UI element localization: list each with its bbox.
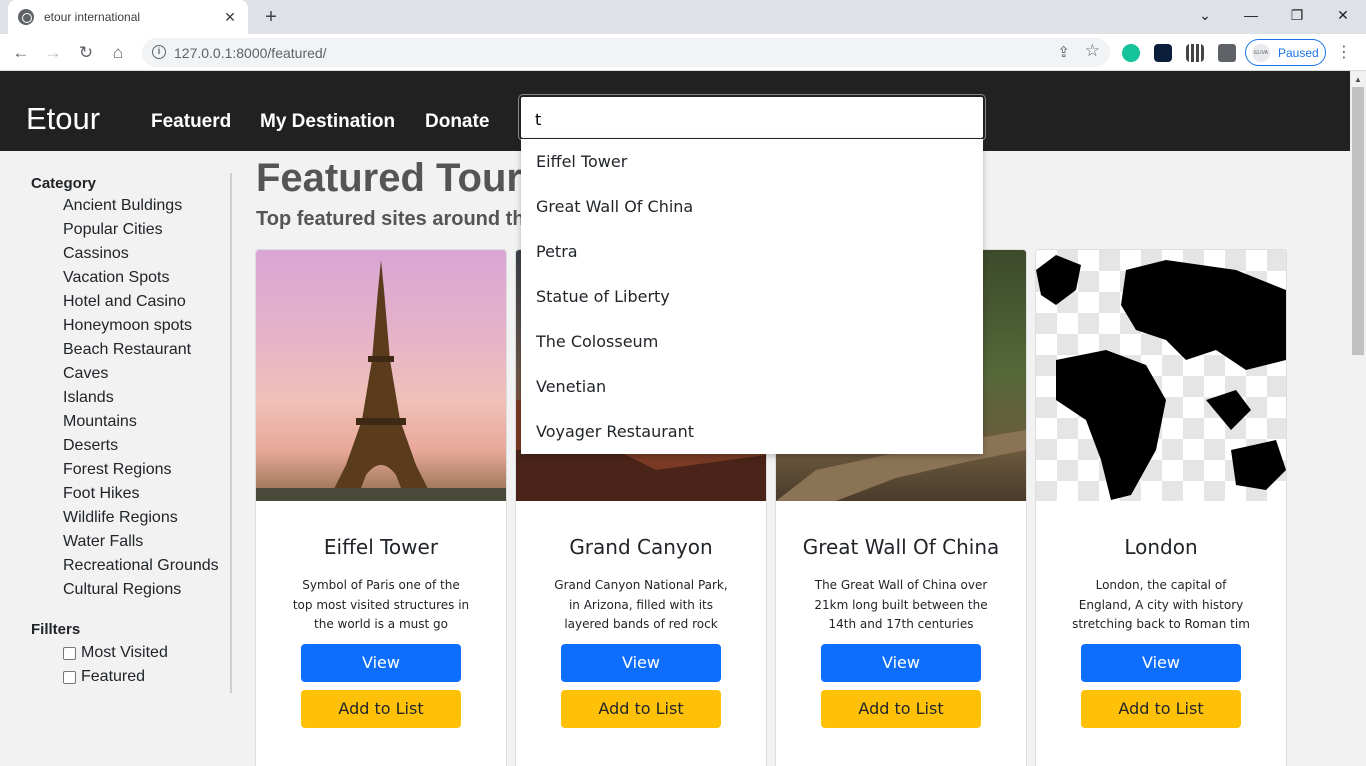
- suggestion-item[interactable]: Voyager Restaurant: [521, 409, 983, 454]
- qr-extension-icon[interactable]: [1186, 44, 1204, 62]
- new-tab-button[interactable]: +: [258, 4, 284, 30]
- scrollbar-thumb[interactable]: [1352, 87, 1364, 355]
- view-button[interactable]: View: [561, 644, 721, 682]
- browser-tab-bar: etour international ✕ + ⌄ — ❐ ✕: [0, 0, 1366, 34]
- url-text[interactable]: 127.0.0.1:8000/featured/: [174, 45, 327, 61]
- category-item[interactable]: Vacation Spots: [63, 267, 231, 291]
- browser-menu-icon[interactable]: ⋮: [1336, 42, 1352, 62]
- card-eiffel-tower: Eiffel Tower Symbol of Paris one of the …: [255, 249, 507, 766]
- card-description: The Great Wall of China over 21km long b…: [814, 578, 988, 631]
- add-to-list-button[interactable]: Add to List: [821, 690, 981, 728]
- category-item[interactable]: Beach Restaurant: [63, 339, 231, 363]
- nav-my-destination[interactable]: My Destination: [260, 111, 395, 133]
- card-image: [256, 250, 506, 501]
- vpn-extension-icon[interactable]: [1154, 44, 1172, 62]
- search-suggestions: Eiffel Tower Great Wall Of China Petra S…: [521, 139, 983, 454]
- card-title: Eiffel Tower: [323, 535, 439, 559]
- profile-paused-button[interactable]: ELIVA Paused: [1245, 39, 1326, 66]
- bookmark-star-icon[interactable]: ☆: [1085, 41, 1100, 61]
- suggestion-item[interactable]: Venetian: [521, 364, 983, 409]
- add-to-list-button[interactable]: Add to List: [301, 690, 461, 728]
- view-button[interactable]: View: [1081, 644, 1241, 682]
- filter-label: Most Visited: [81, 644, 168, 661]
- tab-title: etour international: [44, 10, 141, 24]
- add-to-list-button[interactable]: Add to List: [1081, 690, 1241, 728]
- view-button[interactable]: View: [821, 644, 981, 682]
- scroll-up-icon[interactable]: ▲: [1354, 75, 1362, 84]
- filter-most-visited[interactable]: Most Visited: [63, 641, 231, 665]
- category-item[interactable]: Foot Hikes: [63, 483, 231, 507]
- avatar: ELIVA: [1252, 43, 1270, 62]
- search-input[interactable]: t: [518, 94, 986, 141]
- minimize-button[interactable]: —: [1228, 0, 1274, 30]
- category-heading: Category: [31, 175, 97, 192]
- category-item[interactable]: Wildlife Regions: [63, 507, 231, 531]
- address-bar[interactable]: i 127.0.0.1:8000/featured/ ⇪ ☆: [142, 38, 1110, 67]
- paused-label: Paused: [1278, 45, 1319, 60]
- filter-featured[interactable]: Featured: [63, 665, 231, 689]
- reload-icon[interactable]: ↻: [73, 40, 99, 66]
- suggestion-item[interactable]: Great Wall Of China: [521, 184, 983, 229]
- globe-icon: [18, 9, 34, 25]
- category-item[interactable]: Recreational Grounds: [63, 555, 231, 579]
- card-title: London: [1124, 535, 1198, 559]
- category-item[interactable]: Cultural Regions: [63, 579, 231, 603]
- nav-donate[interactable]: Donate: [425, 111, 489, 133]
- featured-checkbox[interactable]: [63, 670, 76, 684]
- browser-toolbar: ← → ↻ ⌂ i 127.0.0.1:8000/featured/ ⇪ ☆ E…: [0, 34, 1366, 71]
- tab-search-icon[interactable]: ⌄: [1182, 0, 1228, 30]
- category-item[interactable]: Mountains: [63, 411, 231, 435]
- category-item[interactable]: Hotel and Casino: [63, 291, 231, 315]
- page-scrollbar[interactable]: ▲: [1350, 71, 1366, 766]
- page-title: Featured Touris: [256, 156, 556, 200]
- category-item[interactable]: Water Falls: [63, 531, 231, 555]
- sidebar: Category Ancient Buldings Popular Cities…: [31, 175, 231, 689]
- forward-icon[interactable]: →: [40, 40, 66, 66]
- view-button[interactable]: View: [301, 644, 461, 682]
- category-item[interactable]: Honeymoon spots: [63, 315, 231, 339]
- category-item[interactable]: Cassinos: [63, 243, 231, 267]
- card-description: Grand Canyon National Park, in Arizona, …: [554, 578, 728, 631]
- most-visited-checkbox[interactable]: [63, 646, 76, 660]
- category-item[interactable]: Islands: [63, 387, 231, 411]
- back-icon[interactable]: ←: [8, 40, 34, 66]
- category-item[interactable]: Deserts: [63, 435, 231, 459]
- close-tab-icon[interactable]: ✕: [222, 9, 238, 26]
- category-item[interactable]: Caves: [63, 363, 231, 387]
- filters-heading: Fillters: [31, 621, 81, 638]
- extensions-puzzle-icon[interactable]: [1218, 44, 1236, 62]
- card-london: London London, the capital of England, A…: [1035, 249, 1287, 766]
- suggestion-item[interactable]: Petra: [521, 229, 983, 274]
- filter-label: Featured: [81, 668, 146, 685]
- page-subtitle: Top featured sites around the: [256, 208, 536, 230]
- restore-button[interactable]: ❐: [1274, 0, 1320, 30]
- share-icon[interactable]: ⇪: [1057, 43, 1070, 61]
- card-title: Grand Canyon: [569, 535, 713, 559]
- search-value: t: [535, 110, 542, 129]
- browser-tab[interactable]: etour international ✕: [8, 0, 248, 34]
- suggestion-item[interactable]: Statue of Liberty: [521, 274, 983, 319]
- category-item[interactable]: Forest Regions: [63, 459, 231, 483]
- brand-logo[interactable]: Etour: [26, 101, 100, 137]
- category-item[interactable]: Ancient Buldings: [63, 195, 231, 219]
- card-image: [1036, 250, 1286, 501]
- close-window-button[interactable]: ✕: [1320, 0, 1366, 30]
- suggestion-item[interactable]: The Colosseum: [521, 319, 983, 364]
- home-icon[interactable]: ⌂: [105, 40, 131, 66]
- suggestion-item[interactable]: Eiffel Tower: [521, 139, 983, 184]
- card-description: Symbol of Paris one of the top most visi…: [292, 578, 470, 631]
- grammarly-extension-icon[interactable]: [1122, 44, 1140, 62]
- add-to-list-button[interactable]: Add to List: [561, 690, 721, 728]
- site-info-icon[interactable]: i: [152, 45, 166, 59]
- card-title: Great Wall Of China: [802, 535, 1000, 559]
- category-item[interactable]: Popular Cities: [63, 219, 231, 243]
- nav-featured[interactable]: Featuerd: [151, 111, 231, 133]
- sidebar-divider: [230, 173, 232, 693]
- card-description: London, the capital of England, A city w…: [1072, 578, 1250, 631]
